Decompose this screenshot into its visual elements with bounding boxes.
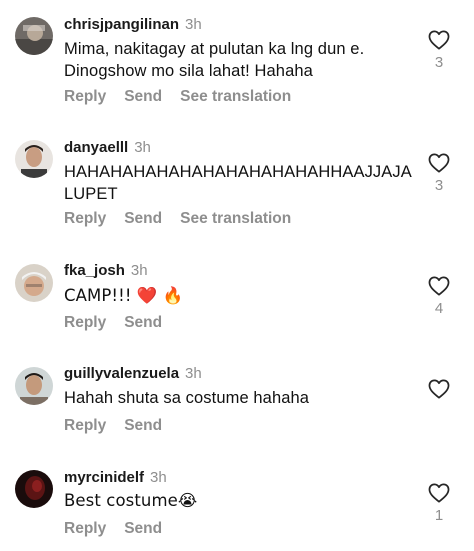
see-translation-button[interactable]: See translation (180, 88, 291, 105)
like-count: 1 (434, 507, 444, 524)
timestamp: 3h (134, 139, 151, 156)
like-count: 3 (434, 54, 444, 71)
comment-text: HAHAHAHAHAHAHAHAHAHAHAHHAAJJAJA LUPET (64, 163, 411, 203)
comment-header: chrisjpangilinan 3h (64, 16, 202, 34)
comment-actions: Reply Send (64, 519, 180, 539)
like-count: 3 (434, 177, 444, 194)
reply-button[interactable]: Reply (64, 417, 106, 434)
send-button[interactable]: Send (124, 314, 162, 331)
comment-header: fka_josh 3h (64, 262, 148, 280)
send-button[interactable]: Send (124, 88, 162, 105)
see-translation-button[interactable]: See translation (180, 210, 291, 227)
like-control: 4 (424, 276, 454, 318)
comment-text: Best costume😭 (64, 491, 198, 510)
comment-actions: Reply Send (64, 313, 180, 333)
reply-button[interactable]: Reply (64, 88, 106, 105)
comment-actions: Reply Send See translation (64, 209, 309, 229)
timestamp: 3h (150, 469, 167, 486)
heart-outline-icon[interactable] (428, 30, 450, 50)
username[interactable]: guillyvalenzuela (64, 365, 179, 382)
comment-header: guillyvalenzuela 3h (64, 365, 202, 383)
heart-outline-icon[interactable] (428, 483, 450, 503)
like-control (424, 379, 454, 399)
comment-actions: Reply Send (64, 416, 180, 436)
timestamp: 3h (130, 262, 148, 279)
comment-text: Hahah shuta sa costume hahaha (64, 389, 310, 407)
avatar[interactable] (15, 470, 53, 508)
reply-button[interactable]: Reply (64, 520, 106, 537)
send-button[interactable]: Send (124, 520, 162, 537)
heart-outline-icon[interactable] (428, 379, 450, 399)
send-button[interactable]: Send (124, 210, 162, 227)
send-button[interactable]: Send (124, 417, 162, 434)
like-count: 4 (434, 300, 444, 317)
username[interactable]: myrcinidelf (64, 469, 144, 486)
timestamp: 3h (185, 365, 202, 382)
comment-header: myrcinidelf 3h (64, 469, 167, 487)
comment-text: Mima, nakitagay at pulutan ka lng dun e.… (64, 40, 365, 80)
reply-button[interactable]: Reply (64, 210, 106, 227)
avatar[interactable] (15, 17, 53, 55)
reply-button[interactable]: Reply (64, 314, 106, 331)
comment-text: CAMP!!! ❤️ 🔥 (64, 286, 184, 305)
comment-header: danyaelll 3h (64, 139, 151, 157)
avatar[interactable] (15, 140, 53, 178)
username[interactable]: fka_josh (64, 262, 125, 279)
username[interactable]: danyaelll (64, 139, 128, 156)
timestamp: 3h (185, 16, 202, 33)
like-control: 1 (424, 483, 454, 525)
heart-outline-icon[interactable] (428, 276, 450, 296)
avatar[interactable] (15, 264, 53, 302)
like-control: 3 (424, 153, 454, 195)
heart-outline-icon[interactable] (428, 153, 450, 173)
comment-actions: Reply Send See translation (64, 87, 309, 107)
username[interactable]: chrisjpangilinan (64, 16, 179, 33)
avatar[interactable] (15, 367, 53, 405)
like-control: 3 (424, 30, 454, 72)
